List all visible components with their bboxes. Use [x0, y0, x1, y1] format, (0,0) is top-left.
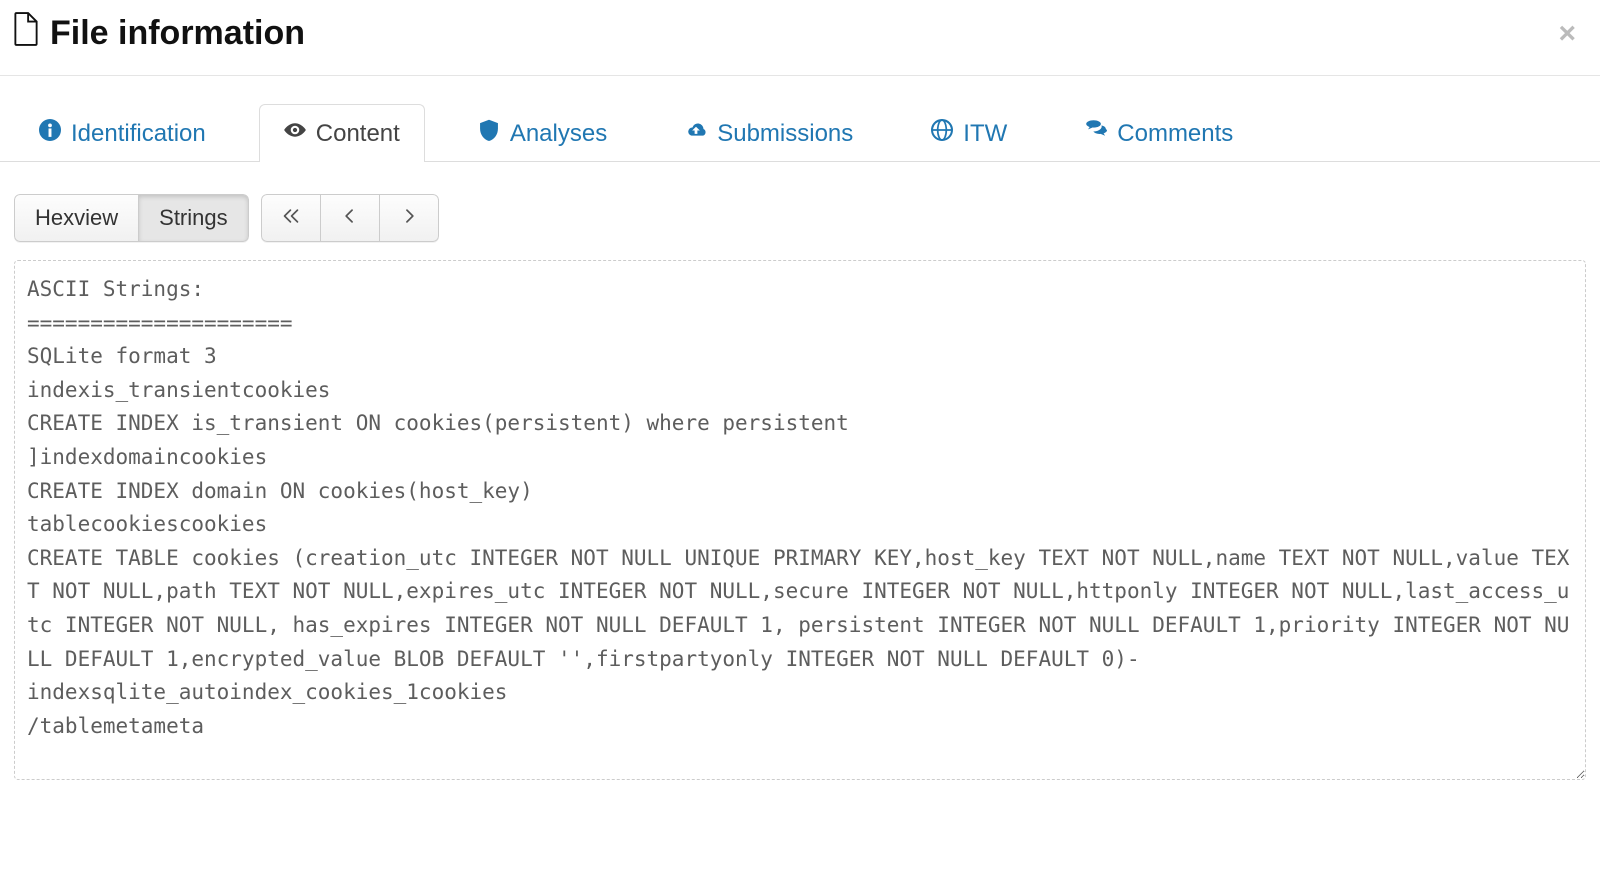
tabs-bar: Identification Content Analyses Submissi…: [0, 104, 1600, 162]
button-label: Strings: [159, 205, 227, 231]
page-title: File information: [50, 14, 305, 53]
cloud-upload-icon: [685, 119, 707, 148]
tab-analyses[interactable]: Analyses: [453, 104, 632, 162]
tab-label: Analyses: [510, 120, 607, 148]
tab-comments[interactable]: Comments: [1060, 104, 1258, 162]
globe-icon: [931, 119, 953, 148]
tab-label: Submissions: [717, 120, 853, 148]
shield-icon: [478, 119, 500, 148]
tab-itw[interactable]: ITW: [906, 104, 1032, 162]
chevron-right-icon: [400, 205, 418, 231]
tab-label: ITW: [963, 120, 1007, 148]
comments-icon: [1085, 119, 1107, 148]
info-icon: [39, 119, 61, 148]
page-first-button[interactable]: [261, 194, 321, 242]
page-next-button[interactable]: [380, 194, 439, 242]
strings-button[interactable]: Strings: [139, 194, 248, 242]
pager-group: [261, 194, 439, 242]
eye-icon: [284, 119, 306, 148]
tab-label: Content: [316, 120, 400, 148]
content-toolbar: Hexview Strings: [0, 162, 1600, 242]
tab-content[interactable]: Content: [259, 104, 425, 162]
strings-output-text: ASCII Strings: ===================== SQL…: [27, 273, 1573, 743]
chevron-left-icon: [341, 205, 359, 231]
strings-output-box[interactable]: ASCII Strings: ===================== SQL…: [14, 260, 1586, 780]
modal-header: File information ×: [0, 0, 1600, 76]
file-icon: [12, 12, 40, 55]
tab-submissions[interactable]: Submissions: [660, 104, 878, 162]
button-label: Hexview: [35, 205, 118, 231]
hexview-button[interactable]: Hexview: [14, 194, 139, 242]
page-prev-button[interactable]: [321, 194, 380, 242]
view-toggle-group: Hexview Strings: [14, 194, 249, 242]
tab-identification[interactable]: Identification: [14, 104, 231, 162]
modal-title-wrap: File information: [12, 12, 305, 55]
tab-label: Comments: [1117, 120, 1233, 148]
close-icon[interactable]: ×: [1552, 19, 1582, 49]
tab-label: Identification: [71, 120, 206, 148]
double-chevron-left-icon: [282, 205, 300, 231]
